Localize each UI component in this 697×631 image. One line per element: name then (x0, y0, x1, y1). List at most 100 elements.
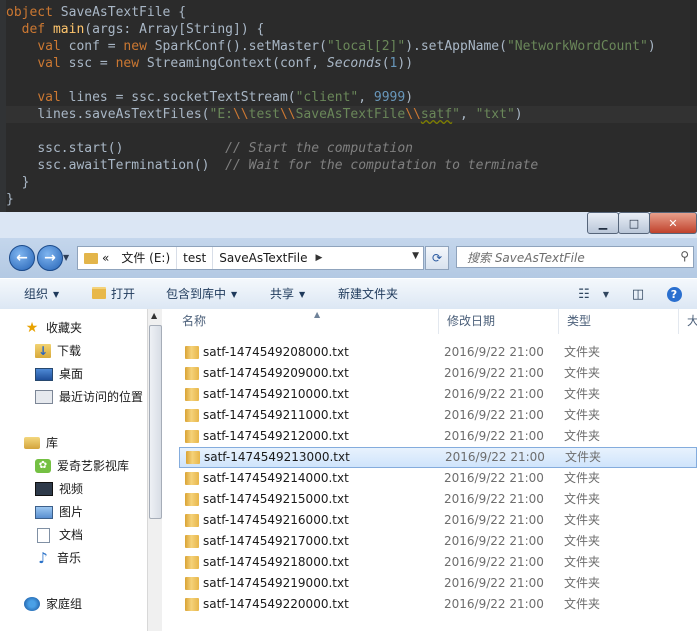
folder-icon (185, 577, 199, 590)
file-type: 文件夹 (564, 429, 601, 443)
address-bar[interactable]: « 文件 (E:) test SaveAsTextFile ▶ ▼ (77, 246, 424, 270)
column-header-name[interactable]: 名称 ▲ (174, 309, 439, 334)
nav-desktop-label: 桌面 (59, 367, 84, 381)
video-icon (35, 482, 53, 496)
open-button[interactable]: 打开 (92, 279, 135, 309)
nav-documents[interactable]: 文档 (35, 525, 83, 545)
sort-ascending-icon: ▲ (314, 310, 321, 319)
navigation-pane: ★ 收藏夹 下载 桌面 最近访问的位置 库 ✿ 爱奇艺影视库 视频 图片 文档 ♪ 音… (0, 309, 147, 631)
scrollbar-thumb[interactable] (149, 325, 162, 519)
code-line-2: def main(args: Array[String]) { (21, 22, 265, 37)
window-controls: ▁ □ ✕ (587, 212, 697, 234)
table-row[interactable]: satf-1474549212000.txt 2016/9/22 21:00 文件夹 (179, 426, 697, 447)
nav-libraries[interactable]: 库 (24, 433, 58, 453)
include-in-library-button[interactable]: 包含到库中 ▼ (166, 279, 237, 309)
file-date: 2016/9/22 21:00 (444, 429, 544, 443)
organize-button[interactable]: 组织 ▼ (24, 279, 59, 309)
chevron-down-icon: ▼ (299, 290, 306, 299)
chevron-down-icon: ▼ (53, 290, 60, 299)
table-row[interactable]: satf-1474549216000.txt 2016/9/22 21:00 文件夹 (179, 510, 697, 531)
preview-pane-button[interactable]: ◫ (628, 285, 648, 303)
file-name: satf-1474549209000.txt (203, 366, 349, 380)
minimize-button[interactable]: ▁ (587, 212, 619, 234)
code-editor[interactable]: object SaveAsTextFile { def main(args: A… (0, 0, 697, 212)
pictures-icon (35, 505, 53, 519)
refresh-button[interactable]: ⟳ (425, 246, 449, 270)
forward-button[interactable]: → (37, 245, 63, 271)
nav-homegroup[interactable]: 家庭组 (24, 594, 82, 614)
star-icon: ★ (25, 320, 39, 336)
nav-videos[interactable]: 视频 (35, 479, 83, 499)
folder-icon (185, 556, 199, 569)
share-button[interactable]: 共享 ▼ (270, 279, 305, 309)
recent-pages-dropdown-icon[interactable]: ▼ (63, 253, 69, 262)
table-row[interactable]: satf-1474549211000.txt 2016/9/22 21:00 文件夹 (179, 405, 697, 426)
open-label: 打开 (111, 287, 136, 301)
nav-pictures[interactable]: 图片 (35, 502, 83, 522)
new-folder-button[interactable]: 新建文件夹 (338, 279, 398, 309)
nav-downloads[interactable]: 下载 (35, 341, 81, 361)
file-type: 文件夹 (564, 492, 601, 506)
search-icon[interactable]: ⚲ (680, 249, 689, 263)
table-row[interactable]: satf-1474549220000.txt 2016/9/22 21:00 文件夹 (179, 594, 697, 615)
column-header-type[interactable]: 类型 (559, 309, 679, 334)
close-button[interactable]: ✕ (649, 212, 697, 234)
address-dropdown-icon[interactable]: ▼ (412, 251, 419, 261)
table-row[interactable]: satf-1474549210000.txt 2016/9/22 21:00 文件夹 (179, 384, 697, 405)
view-options-button[interactable]: ☷ (574, 285, 594, 303)
folder-icon (185, 598, 199, 611)
table-row[interactable]: satf-1474549219000.txt 2016/9/22 21:00 文件夹 (179, 573, 697, 594)
file-name: satf-1474549217000.txt (203, 534, 349, 548)
file-date: 2016/9/22 21:00 (444, 597, 544, 611)
table-row[interactable]: satf-1474549213000.txt 2016/9/22 21:00 文件夹 (179, 447, 697, 468)
table-row[interactable]: satf-1474549217000.txt 2016/9/22 21:00 文件夹 (179, 531, 697, 552)
breadcrumb-test[interactable]: test (177, 247, 214, 269)
file-type: 文件夹 (564, 408, 601, 422)
nav-music[interactable]: ♪ 音乐 (35, 548, 81, 568)
column-header-date[interactable]: 修改日期 (439, 309, 559, 334)
folder-icon (185, 409, 199, 422)
table-row[interactable]: satf-1474549218000.txt 2016/9/22 21:00 文件夹 (179, 552, 697, 573)
desktop-icon (35, 367, 53, 381)
column-header-size[interactable]: 大 (679, 309, 697, 334)
view-dropdown-icon[interactable]: ▼ (596, 285, 616, 303)
recent-places-icon (35, 390, 53, 404)
file-type: 文件夹 (564, 345, 601, 359)
table-row[interactable]: satf-1474549208000.txt 2016/9/22 21:00 文件夹 (179, 342, 697, 363)
column-type-label: 类型 (567, 314, 592, 328)
scroll-up-icon[interactable]: ▲ (151, 311, 157, 320)
file-name: satf-1474549215000.txt (203, 492, 349, 506)
breadcrumb-saveastextfile[interactable]: SaveAsTextFile (213, 247, 313, 269)
file-name: satf-1474549213000.txt (204, 450, 350, 464)
nav-videos-label: 视频 (59, 482, 84, 496)
maximize-button[interactable]: □ (618, 212, 650, 234)
nav-iqiyi[interactable]: ✿ 爱奇艺影视库 (35, 456, 129, 476)
nav-favorites[interactable]: ★ 收藏夹 (24, 318, 82, 338)
nav-desktop[interactable]: 桌面 (35, 364, 83, 384)
new-folder-label: 新建文件夹 (338, 287, 399, 301)
chevron-right-icon[interactable]: ▶ (313, 253, 324, 263)
table-row[interactable]: satf-1474549215000.txt 2016/9/22 21:00 文件夹 (179, 489, 697, 510)
file-date: 2016/9/22 21:00 (444, 387, 544, 401)
help-button[interactable]: ? (664, 285, 684, 303)
navigation-scrollbar[interactable]: ▲ (147, 309, 163, 631)
code-line-1: object SaveAsTextFile { (6, 5, 187, 20)
file-date: 2016/9/22 21:00 (444, 513, 544, 527)
documents-icon (37, 527, 50, 543)
table-row[interactable]: satf-1474549209000.txt 2016/9/22 21:00 文件夹 (179, 363, 697, 384)
downloads-icon (35, 341, 51, 361)
file-type: 文件夹 (564, 555, 601, 569)
search-input[interactable] (465, 248, 674, 268)
address-overflow[interactable]: « (102, 251, 115, 265)
table-row[interactable]: satf-1474549214000.txt 2016/9/22 21:00 文件夹 (179, 468, 697, 489)
nav-libraries-label: 库 (46, 436, 59, 450)
nav-recent[interactable]: 最近访问的位置 (35, 387, 143, 407)
search-box[interactable]: ⚲ (456, 246, 694, 268)
file-name: satf-1474549216000.txt (203, 513, 349, 527)
file-name: satf-1474549210000.txt (203, 387, 349, 401)
breadcrumb-drive[interactable]: 文件 (E:) (115, 247, 178, 269)
file-type: 文件夹 (564, 471, 601, 485)
back-button[interactable]: ← (9, 245, 35, 271)
folder-open-icon (92, 287, 106, 299)
nav-recent-label: 最近访问的位置 (59, 390, 144, 404)
